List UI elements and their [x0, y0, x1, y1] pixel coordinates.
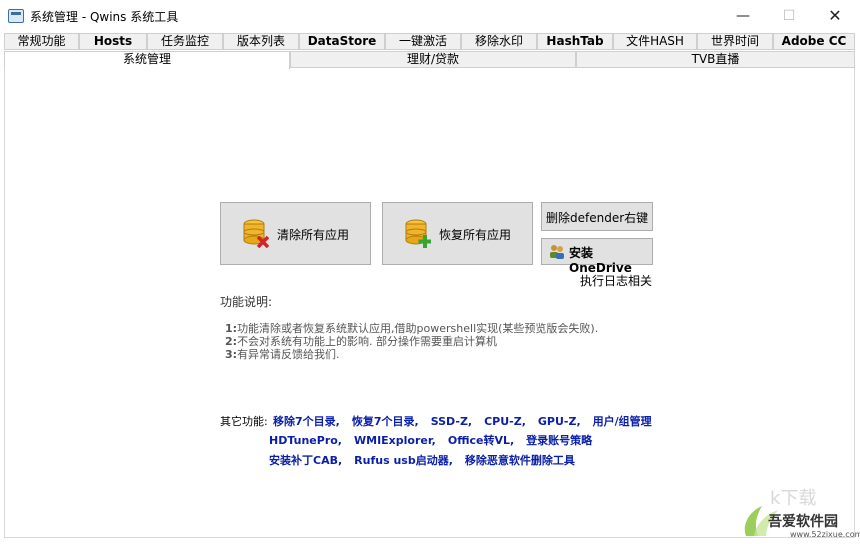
tab-version-list[interactable]: 版本列表: [223, 33, 299, 50]
tab-file-hash[interactable]: 文件HASH: [613, 33, 697, 50]
link-remove-7-dirs[interactable]: 移除7个目录,: [273, 415, 340, 428]
link-ssd-z[interactable]: SSD-Z,: [431, 415, 472, 428]
description-line: 3:有异常请反馈给我们.: [225, 348, 340, 361]
maximize-button[interactable]: ☐: [766, 0, 812, 32]
minimize-button[interactable]: —: [720, 0, 766, 32]
database-add-icon: [405, 219, 431, 248]
link-malware-removal-tool[interactable]: 移除恶意软件删除工具: [465, 454, 575, 467]
watermark-text: 吾爱软件园: [768, 514, 838, 530]
tab-task-monitor[interactable]: 任务监控: [147, 33, 223, 50]
link-gpu-z[interactable]: GPU-Z,: [538, 415, 581, 428]
tab-datastore[interactable]: DataStore: [299, 33, 385, 50]
close-button[interactable]: ✕: [812, 0, 858, 32]
tab-one-key-activate[interactable]: 一键激活: [385, 33, 461, 50]
link-user-group-management[interactable]: 用户/组管理: [593, 415, 652, 428]
tab-general[interactable]: 常规功能: [4, 33, 79, 50]
remove-defender-label: 删除defender右键: [546, 211, 649, 225]
tab-remove-watermark[interactable]: 移除水印: [461, 33, 537, 50]
clear-all-apps-label: 清除所有应用: [277, 228, 350, 242]
app-icon: [8, 9, 24, 23]
watermark-url: www.52zixue.com: [790, 530, 860, 539]
link-cpu-z[interactable]: CPU-Z,: [484, 415, 526, 428]
other-links-row-1: 移除7个目录, 恢复7个目录, SSD-Z, CPU-Z, GPU-Z, 用户/组管理: [273, 413, 664, 429]
install-onedrive-button[interactable]: 安装OneDrive: [541, 238, 653, 275]
tab-hosts[interactable]: Hosts: [79, 33, 147, 50]
install-onedrive-label: 安装OneDrive: [569, 246, 632, 275]
link-office-to-vl[interactable]: Office转VL,: [448, 434, 514, 447]
database-remove-icon: [243, 219, 269, 249]
tab-finance-loan[interactable]: 理财/贷款: [290, 51, 576, 68]
other-functions-label: 其它功能:: [220, 415, 268, 428]
link-login-account-policy[interactable]: 登录账号策略: [526, 434, 592, 447]
description-title: 功能说明:: [220, 295, 273, 309]
other-links-row-3: 安装补丁CAB, Rufus usb启动器, 移除恶意软件删除工具: [269, 452, 587, 468]
remove-defender-context-button[interactable]: 删除defender右键: [541, 202, 653, 231]
restore-all-apps-label: 恢复所有应用: [439, 228, 512, 242]
link-hdtunepro[interactable]: HDTunePro,: [269, 434, 342, 447]
link-rufus[interactable]: Rufus usb启动器,: [354, 454, 453, 467]
users-icon: [550, 245, 564, 259]
svg-text:k下载: k下载: [770, 488, 816, 509]
other-links-row-2: HDTunePro, WMIExplorer, Office转VL, 登录账号策略: [269, 432, 604, 448]
link-wmiexplorer[interactable]: WMIExplorer,: [354, 434, 436, 447]
tab-world-time[interactable]: 世界时间: [697, 33, 773, 50]
restore-all-apps-button[interactable]: 恢复所有应用: [382, 202, 533, 265]
title-bar: 系统管理 - Qwins 系统工具 — ☐ ✕: [0, 0, 860, 32]
window-title: 系统管理 - Qwins 系统工具: [30, 10, 179, 24]
clear-all-apps-button[interactable]: 清除所有应用: [220, 202, 371, 265]
tab-tvb-live[interactable]: TVB直播: [576, 51, 855, 68]
link-restore-7-dirs[interactable]: 恢复7个目录,: [352, 415, 419, 428]
link-install-patch-cab[interactable]: 安装补丁CAB,: [269, 454, 342, 467]
execution-log-link[interactable]: 执行日志相关: [580, 272, 652, 289]
tab-adobe-cc[interactable]: Adobe CC: [773, 33, 855, 50]
tab-hashtab[interactable]: HashTab: [537, 33, 613, 50]
